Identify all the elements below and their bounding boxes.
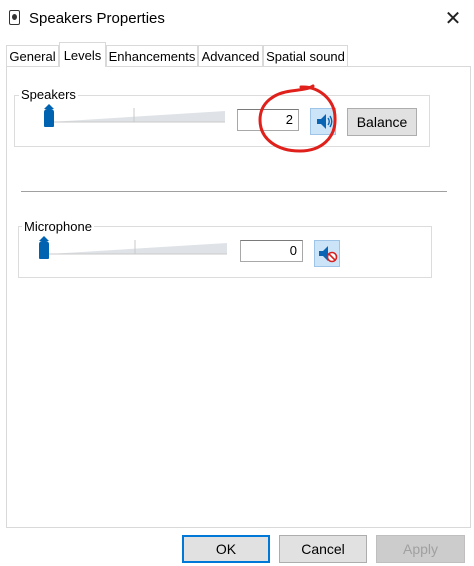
speaker-volume-icon: [317, 114, 333, 129]
microphone-level-field[interactable]: 0: [240, 240, 303, 262]
speakers-slider-track: [50, 108, 225, 123]
speaker-device-icon: [9, 10, 20, 25]
tab-spatial-sound[interactable]: Spatial sound: [263, 45, 348, 66]
tab-levels[interactable]: Levels: [59, 42, 106, 67]
tab-general[interactable]: General: [6, 45, 59, 66]
ok-button[interactable]: OK: [182, 535, 270, 563]
speaker-muted-icon: [319, 246, 338, 263]
section-divider: [21, 191, 447, 192]
balance-button[interactable]: Balance: [347, 108, 417, 136]
microphone-slider-track: [49, 240, 227, 255]
title-bar: Speakers Properties ✕: [0, 0, 474, 36]
speakers-mute-button[interactable]: [310, 108, 336, 135]
microphone-volume-slider[interactable]: [39, 236, 227, 261]
speakers-label: Speakers: [19, 87, 78, 102]
microphone-label: Microphone: [22, 219, 94, 234]
tab-advanced[interactable]: Advanced: [198, 45, 263, 66]
speakers-volume-slider[interactable]: [40, 104, 225, 129]
apply-button[interactable]: Apply: [376, 535, 465, 563]
microphone-slider-thumb[interactable]: [39, 236, 49, 259]
speakers-slider-thumb[interactable]: [44, 104, 54, 127]
window-title: Speakers Properties: [29, 10, 165, 27]
cancel-button[interactable]: Cancel: [279, 535, 367, 563]
tab-enhancements[interactable]: Enhancements: [106, 45, 198, 66]
speakers-level-field[interactable]: 2: [237, 109, 299, 131]
close-button[interactable]: ✕: [440, 6, 466, 32]
microphone-mute-button[interactable]: [314, 240, 340, 267]
